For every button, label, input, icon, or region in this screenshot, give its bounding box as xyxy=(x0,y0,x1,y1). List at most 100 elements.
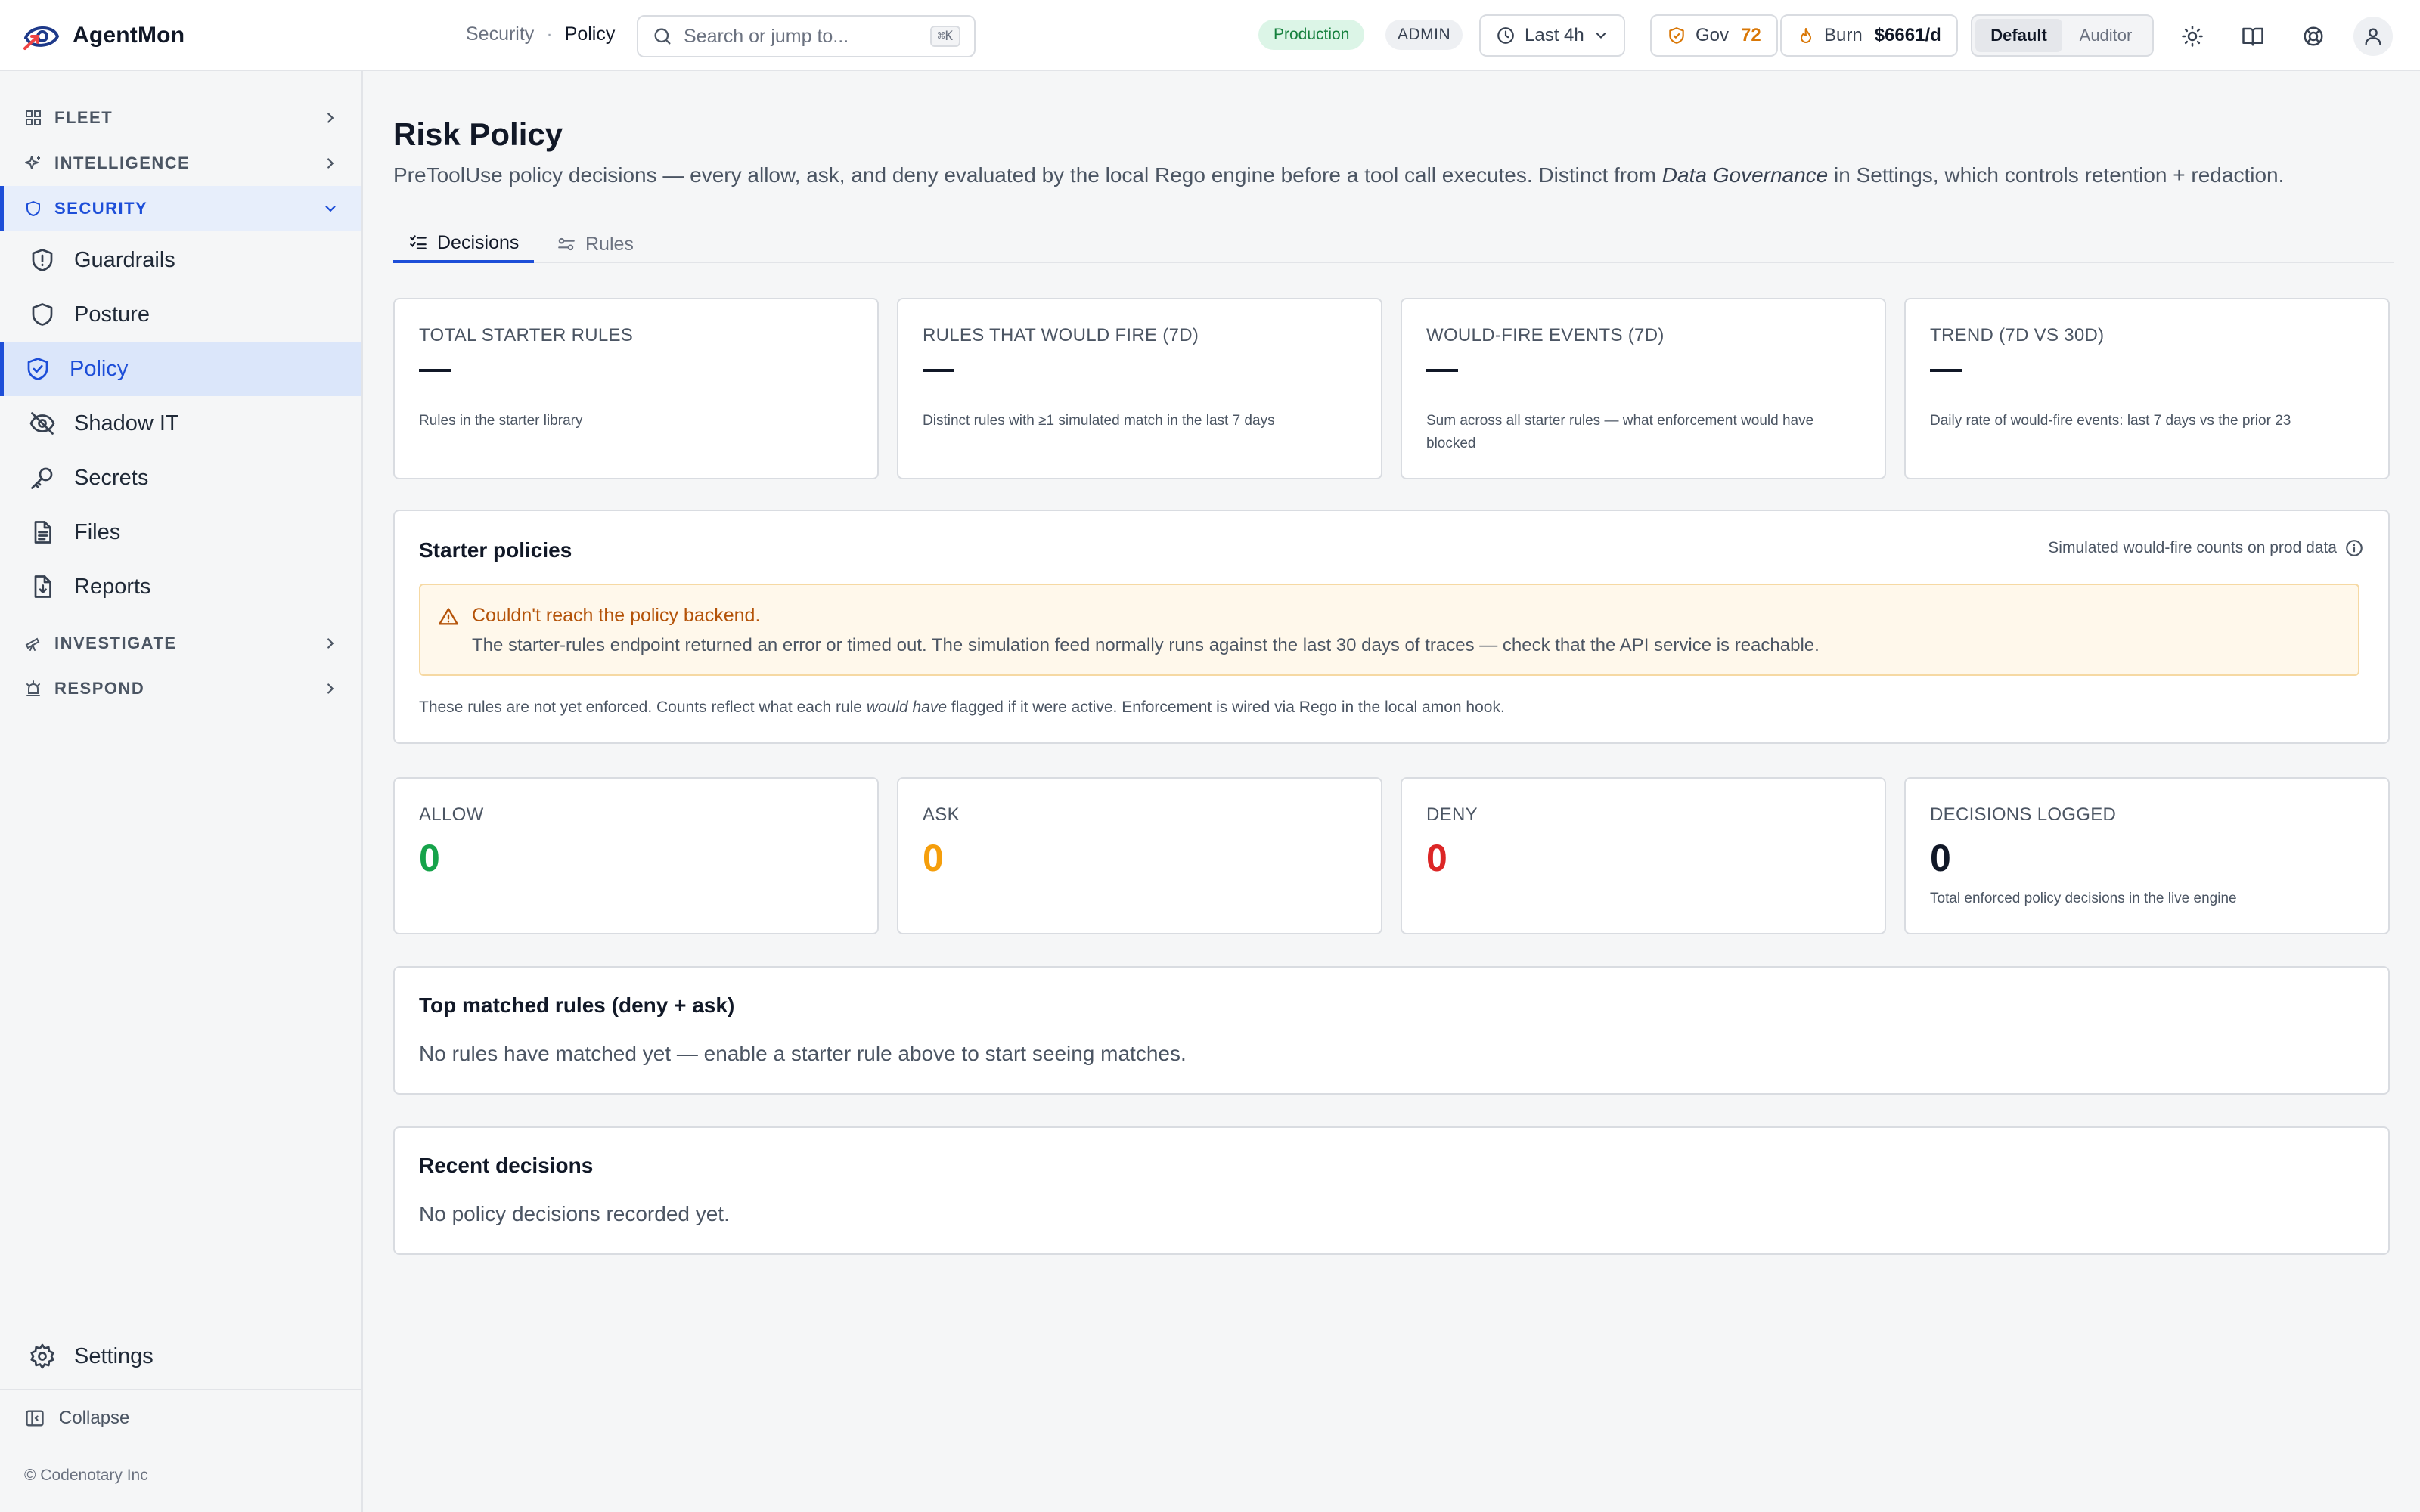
search-shortcut: ⌘K xyxy=(929,26,960,47)
kpi-card-trend: TREND (7D VS 30D) Daily rate of would-fi… xyxy=(1904,298,2390,479)
page-description-emphasis: Data Governance xyxy=(1661,163,1829,187)
shield-icon xyxy=(26,201,40,216)
top-matched-rules-empty: No rules have matched yet — enable a sta… xyxy=(419,1042,1187,1065)
sidebar-section-security[interactable]: SECURITY xyxy=(0,186,361,231)
tab-decisions[interactable]: Decisions xyxy=(393,225,535,263)
kpi-label: TREND (7D VS 30D) xyxy=(1930,325,2105,345)
sidebar-item-policy[interactable]: Policy xyxy=(0,342,361,396)
theme-toggle-button[interactable] xyxy=(2176,20,2208,52)
top-matched-rules-card: Top matched rules (deny + ask) No rules … xyxy=(393,966,2390,1095)
decision-card-logged: DECISIONS LOGGED 0 Total enforced policy… xyxy=(1904,777,2390,934)
help-button[interactable] xyxy=(2297,20,2329,52)
governance-score-button[interactable]: Gov 72 xyxy=(1650,14,1778,57)
sidebar-section-label: FLEET xyxy=(54,108,113,127)
sidebar-item-shadow-it[interactable]: Shadow IT xyxy=(0,396,361,451)
decision-count: 0 xyxy=(923,837,944,879)
environment-badge: Production xyxy=(1258,20,1365,50)
collapse-label: Collapse xyxy=(59,1408,130,1428)
starter-policies-title: Starter policies xyxy=(419,538,572,562)
view-mode-auditor[interactable]: Auditor xyxy=(2062,19,2149,52)
collapse-sidebar-button[interactable]: Collapse xyxy=(24,1408,129,1429)
sidebar-section-respond[interactable]: RESPOND xyxy=(0,666,361,711)
copyright: © Codenotary Inc xyxy=(24,1467,148,1484)
sidebar-section-label: INVESTIGATE xyxy=(54,634,177,652)
page-description-start: PreToolUse policy decisions — every allo… xyxy=(393,163,1662,187)
sidebar-item-guardrails[interactable]: Guardrails xyxy=(0,233,361,287)
info-icon[interactable] xyxy=(2344,538,2364,558)
sidebar-section-label: RESPOND xyxy=(54,679,145,698)
kpi-description: Distinct rules with ≥1 simulated match i… xyxy=(923,413,1275,429)
view-mode-toggle: Default Auditor xyxy=(1971,14,2154,57)
kpi-label: TOTAL STARTER RULES xyxy=(419,325,634,345)
kpi-card-total-starter-rules: TOTAL STARTER RULES Rules in the starter… xyxy=(393,298,879,479)
shield-icon xyxy=(32,303,53,326)
flame-icon xyxy=(1801,28,1811,43)
kpi-label: RULES THAT WOULD FIRE (7D) xyxy=(923,325,1199,345)
list-checks-icon xyxy=(410,235,427,249)
app-name: AgentMon xyxy=(73,23,185,48)
sidebar-item-settings[interactable]: Settings xyxy=(0,1329,361,1383)
top-matched-rules-title: Top matched rules (deny + ask) xyxy=(419,993,735,1017)
sidebar-section-fleet[interactable]: FLEET xyxy=(0,95,361,141)
recent-decisions-empty: No policy decisions recorded yet. xyxy=(419,1202,730,1225)
time-range-label: Last 4h xyxy=(1525,25,1584,45)
sidebar-divider xyxy=(0,1389,361,1390)
sidebar-item-label: Guardrails xyxy=(74,247,175,272)
page-title: Risk Policy xyxy=(393,116,563,152)
chevron-right-icon xyxy=(327,683,334,694)
search-input[interactable]: Search or jump to... ⌘K xyxy=(637,15,976,57)
simulated-counts-note: Simulated would-fire counts on prod data xyxy=(2048,538,2364,558)
starter-policies-card: Starter policies Simulated would-fire co… xyxy=(393,510,2390,744)
chevron-down-icon xyxy=(325,206,336,212)
sidebar-item-posture[interactable]: Posture xyxy=(0,287,361,342)
breadcrumb-parent[interactable]: Security xyxy=(466,23,534,45)
chevron-down-icon xyxy=(1596,33,1606,39)
chevron-right-icon xyxy=(327,638,334,649)
decision-count: 0 xyxy=(1930,837,1951,879)
sidebar-item-reports[interactable]: Reports xyxy=(0,559,361,614)
sidebar-section-investigate[interactable]: INVESTIGATE xyxy=(0,621,361,666)
app-logo[interactable]: AgentMon xyxy=(23,20,185,51)
burn-rate-button[interactable]: Burn $6661/d xyxy=(1780,14,1958,57)
sidebar: FLEET INTELLIGENCE SECURITY Guardrails P… xyxy=(0,71,363,1512)
sidebar-item-files[interactable]: Files xyxy=(0,505,361,559)
recent-decisions-title: Recent decisions xyxy=(419,1154,594,1177)
docs-button[interactable] xyxy=(2237,20,2269,52)
sidebar-item-label: Secrets xyxy=(74,465,149,490)
sidebar-item-label: Shadow IT xyxy=(74,411,179,435)
kpi-card-would-fire-events: WOULD-FIRE EVENTS (7D) Sum across all st… xyxy=(1401,298,1886,479)
book-icon xyxy=(2242,27,2263,46)
sidebar-section-label: SECURITY xyxy=(54,199,148,218)
sidebar-item-label: Files xyxy=(74,519,121,544)
decision-card-ask: ASK 0 xyxy=(897,777,1382,934)
sun-icon xyxy=(2182,26,2203,47)
top-bar: AgentMon Security · Policy Search or jum… xyxy=(0,0,2420,71)
clock-icon xyxy=(1497,27,1514,44)
shield-alert-icon xyxy=(32,249,53,271)
decision-count: 0 xyxy=(419,837,440,879)
enforcement-note: These rules are not yet enforced. Counts… xyxy=(419,699,1505,717)
kpi-empty-value xyxy=(1426,369,1458,372)
search-icon xyxy=(654,28,671,45)
lifebuoy-icon xyxy=(2304,26,2323,46)
eye-off-icon xyxy=(29,412,55,435)
page-description-end: in Settings, which controls retention + … xyxy=(1828,163,2285,187)
user-avatar[interactable] xyxy=(2353,17,2393,56)
sidebar-item-secrets[interactable]: Secrets xyxy=(0,451,361,505)
time-range-select[interactable]: Last 4h xyxy=(1479,14,1625,57)
recent-decisions-card: Recent decisions No policy decisions rec… xyxy=(393,1126,2390,1255)
sliders-icon xyxy=(558,237,575,251)
key-icon xyxy=(31,467,53,489)
shield-check-icon xyxy=(27,358,48,380)
grid-icon xyxy=(26,110,41,125)
simulated-counts-label: Simulated would-fire counts on prod data xyxy=(2048,539,2337,556)
tab-rules[interactable]: Rules xyxy=(541,225,649,263)
backend-error-alert: Couldn't reach the policy backend. The s… xyxy=(419,584,2360,676)
page-description: PreToolUse policy decisions — every allo… xyxy=(393,163,2284,187)
decision-label: ALLOW xyxy=(419,804,484,825)
decision-description: Total enforced policy decisions in the l… xyxy=(1930,891,2237,906)
burn-value: $6661/d xyxy=(1874,25,1941,45)
burn-label: Burn xyxy=(1824,25,1863,45)
sidebar-section-intelligence[interactable]: INTELLIGENCE xyxy=(0,141,361,186)
view-mode-default[interactable]: Default xyxy=(1975,19,2062,52)
